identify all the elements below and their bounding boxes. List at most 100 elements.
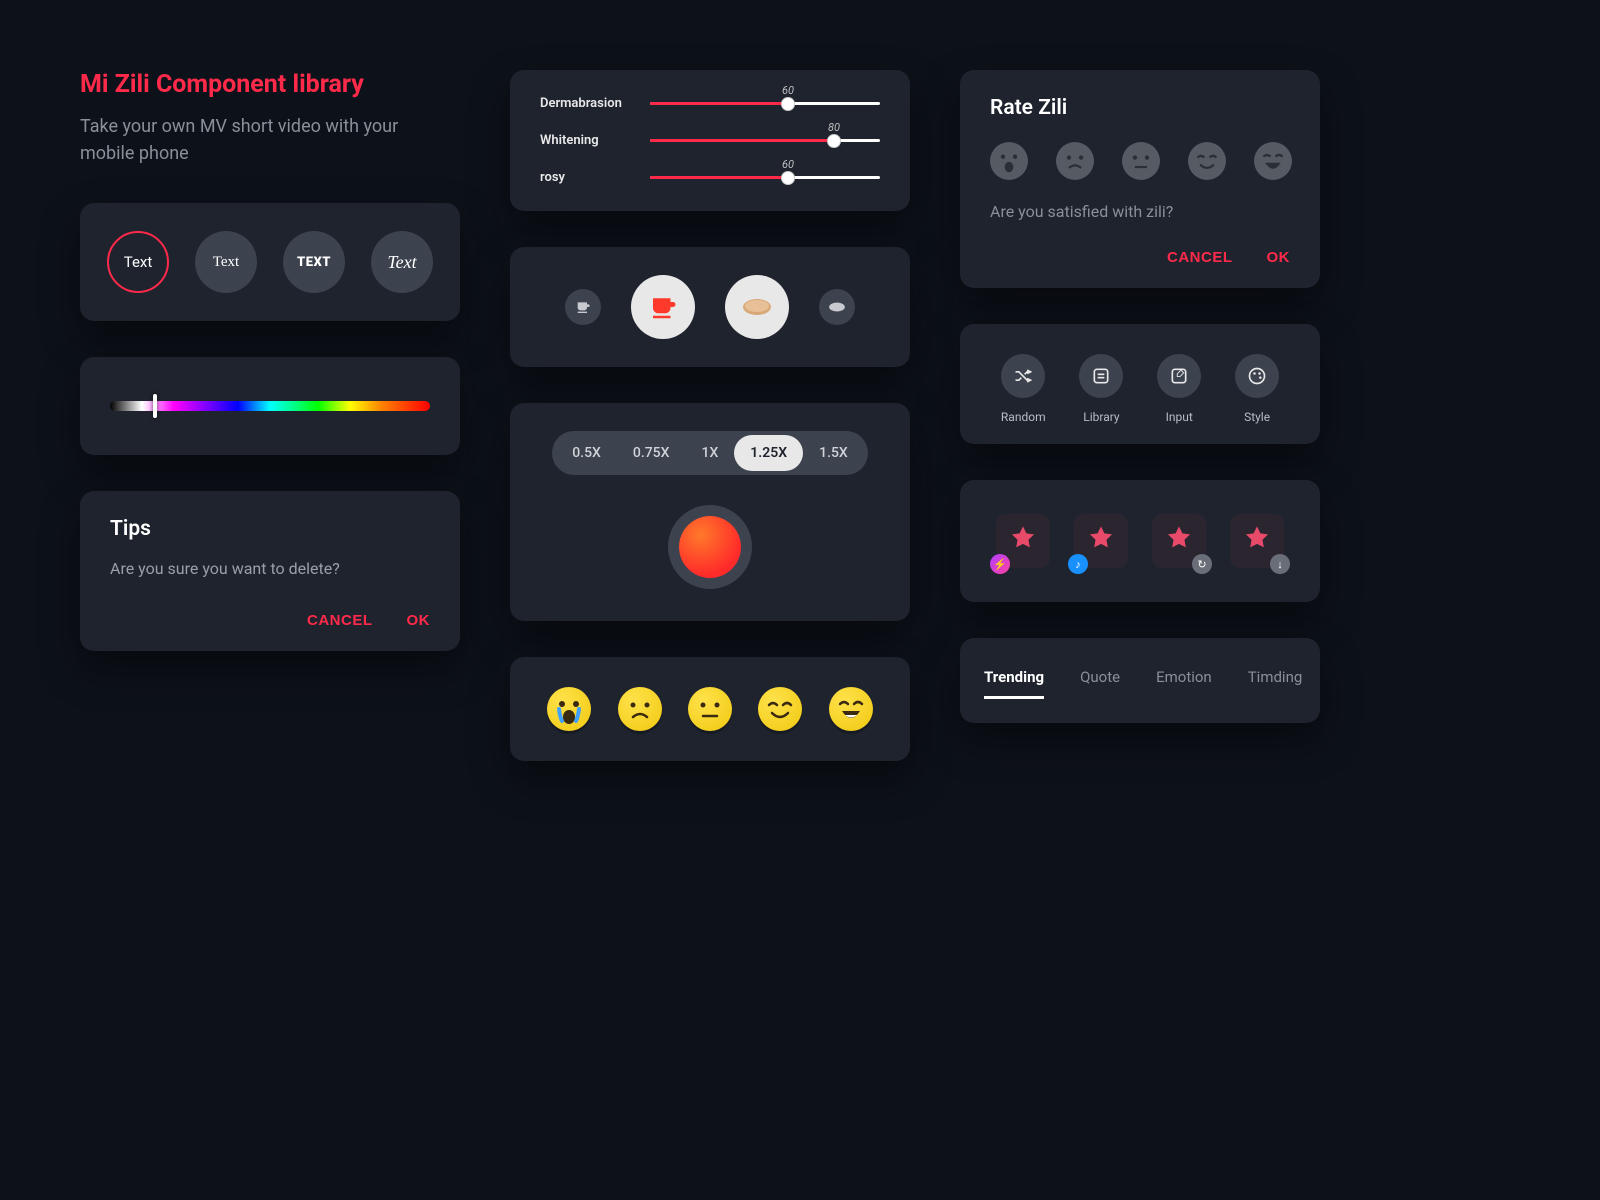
record-card: 0.5X 0.75X 1X 1.25X 1.5X: [510, 403, 910, 621]
neutral-face-icon: [688, 687, 732, 731]
slider-label: Dermabrasion: [540, 96, 650, 111]
slider-track[interactable]: 80: [650, 139, 880, 142]
record-icon: [679, 516, 741, 578]
refresh-badge-icon: ↻: [1192, 554, 1212, 574]
hero-subtitle: Take your own MV short video with your m…: [80, 113, 420, 167]
slider-value: 80: [828, 121, 840, 134]
hue-track[interactable]: [110, 401, 430, 411]
bread-icon: [828, 301, 846, 313]
category-tabs: Trending Quote Emotion Timding: [960, 638, 1320, 723]
speed-1.5x[interactable]: 1.5X: [803, 435, 864, 471]
action-label: Random: [1001, 410, 1046, 424]
emoji-sad[interactable]: [618, 687, 662, 731]
effects-card: ⚡ ♪ ↻ ↓: [960, 480, 1320, 602]
slider-value: 60: [782, 158, 794, 171]
sad-face-icon: [618, 687, 662, 731]
action-label: Library: [1083, 410, 1119, 424]
text-style-picker: Text Text TEXT Text: [80, 203, 460, 321]
rate-faces-row: [990, 142, 1290, 180]
cup-icon: [575, 299, 591, 315]
rate-face-happy[interactable]: [1188, 142, 1226, 180]
emoji-happy[interactable]: [758, 687, 802, 731]
beauty-sliders-card: Dermabrasion 60 Whitening 80 rosy: [510, 70, 910, 211]
laugh-face-icon: [829, 687, 873, 731]
actions-card: Random Library Input Style: [960, 324, 1320, 444]
record-button[interactable]: [668, 505, 752, 589]
rate-question: Are you satisfied with zili?: [990, 202, 1290, 221]
text-style-option-4[interactable]: Text: [371, 231, 433, 293]
emoji-cry[interactable]: [547, 687, 591, 731]
music-badge-icon: ♪: [1068, 554, 1088, 574]
slider-track[interactable]: 60: [650, 176, 880, 179]
slider-label: rosy: [540, 170, 650, 185]
speed-1.25x[interactable]: 1.25X: [734, 435, 803, 471]
rate-ok-button[interactable]: OK: [1267, 249, 1291, 266]
slider-whitening[interactable]: Whitening 80: [540, 133, 880, 148]
speed-selector[interactable]: 0.5X 0.75X 1X 1.25X 1.5X: [552, 431, 868, 475]
action-random[interactable]: Random: [1001, 354, 1046, 424]
slider-label: Whitening: [540, 133, 650, 148]
rate-face-sad[interactable]: [1056, 142, 1094, 180]
cry-face-icon: [547, 687, 591, 731]
emoji-neutral[interactable]: [688, 687, 732, 731]
tab-quote[interactable]: Quote: [1080, 668, 1120, 699]
tips-message: Are you sure you want to delete?: [110, 559, 430, 578]
neutral-face-icon: [1122, 142, 1160, 180]
speed-1x[interactable]: 1X: [685, 435, 734, 471]
hue-slider-card: [80, 357, 460, 455]
emoji-picker: [510, 657, 910, 761]
text-style-option-3[interactable]: TEXT: [283, 231, 345, 293]
tab-emotion[interactable]: Emotion: [1156, 668, 1212, 699]
tips-ok-button[interactable]: OK: [407, 612, 431, 629]
rate-cancel-button[interactable]: CANCEL: [1167, 249, 1233, 266]
edit-icon: [1169, 366, 1189, 386]
laugh-face-icon: [1254, 142, 1292, 180]
emoji-laugh[interactable]: [829, 687, 873, 731]
lightning-badge-icon: ⚡: [990, 554, 1010, 574]
action-style[interactable]: Style: [1235, 354, 1279, 424]
slider-rosy[interactable]: rosy 60: [540, 170, 880, 185]
rate-dialog: Rate Zili Are you satisfied with zili? C…: [960, 70, 1320, 288]
slider-dermabrasion[interactable]: Dermabrasion 60: [540, 96, 880, 111]
speed-0.5x[interactable]: 0.5X: [556, 435, 617, 471]
effect-4[interactable]: ↓: [1230, 514, 1284, 568]
rate-face-laugh[interactable]: [1254, 142, 1292, 180]
happy-face-icon: [1188, 142, 1226, 180]
rate-title: Rate Zili: [990, 96, 1290, 120]
cup-icon: [648, 292, 678, 322]
action-library[interactable]: Library: [1079, 354, 1123, 424]
download-badge-icon: ↓: [1270, 554, 1290, 574]
effect-3[interactable]: ↻: [1152, 514, 1206, 568]
tab-timding[interactable]: Timding: [1248, 668, 1303, 699]
slider-value: 60: [782, 84, 794, 97]
star-icon: [1087, 524, 1115, 552]
slider-track[interactable]: 60: [650, 102, 880, 105]
sad-face-icon: [1056, 142, 1094, 180]
effect-2[interactable]: ♪: [1074, 514, 1128, 568]
text-style-option-1[interactable]: Text: [107, 231, 169, 293]
tips-title: Tips: [110, 517, 430, 541]
hero-title: Mi Zili Component library: [80, 70, 460, 99]
hero: Mi Zili Component library Take your own …: [80, 70, 460, 167]
bread-icon: [741, 297, 773, 317]
sticker-bread-large[interactable]: [725, 275, 789, 339]
sticker-cup-small[interactable]: [565, 289, 601, 325]
star-icon: [1165, 524, 1193, 552]
effect-1[interactable]: ⚡: [996, 514, 1050, 568]
hue-thumb[interactable]: [153, 394, 157, 418]
shuffle-icon: [1013, 366, 1033, 386]
speed-0.75x[interactable]: 0.75X: [617, 435, 686, 471]
cry-face-icon: [990, 142, 1028, 180]
library-icon: [1091, 366, 1111, 386]
sticker-bread-small[interactable]: [819, 289, 855, 325]
rate-face-cry[interactable]: [990, 142, 1028, 180]
action-label: Style: [1244, 410, 1270, 424]
tips-dialog: Tips Are you sure you want to delete? CA…: [80, 491, 460, 651]
tab-trending[interactable]: Trending: [984, 668, 1044, 699]
text-style-option-2[interactable]: Text: [195, 231, 257, 293]
tips-cancel-button[interactable]: CANCEL: [307, 612, 373, 629]
rate-face-neutral[interactable]: [1122, 142, 1160, 180]
happy-face-icon: [758, 687, 802, 731]
action-input[interactable]: Input: [1157, 354, 1201, 424]
sticker-cup-large[interactable]: [631, 275, 695, 339]
